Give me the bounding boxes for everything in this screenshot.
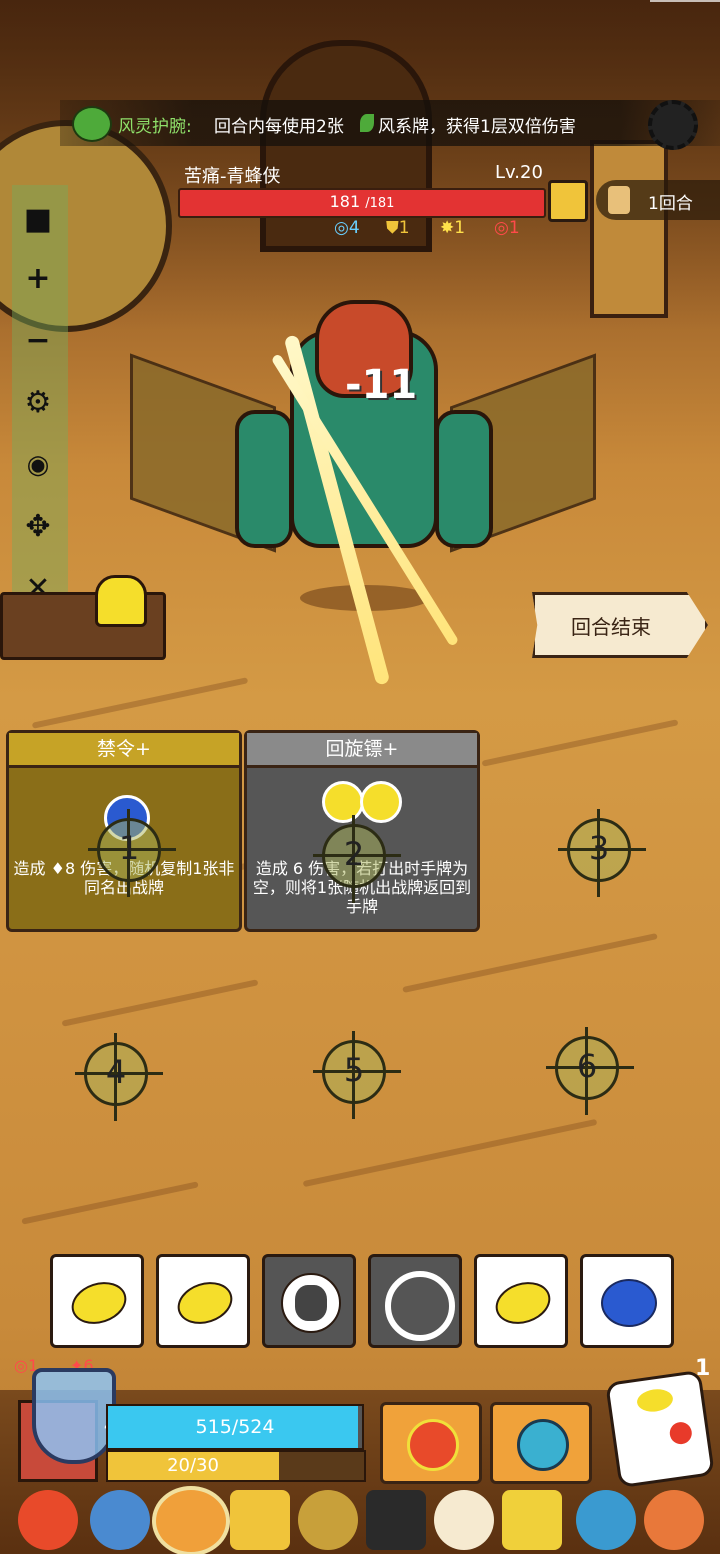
grapes-icon: [281, 1273, 341, 1333]
stone-pillar-right: [590, 140, 668, 318]
cherry-icon: [668, 1420, 694, 1446]
relic-desc: 回合内每使用2张: [214, 117, 344, 137]
meat-relic-icon[interactable]: [644, 1490, 704, 1550]
enemy-arm-right: [435, 410, 493, 548]
move-icon[interactable]: ✥: [18, 507, 58, 547]
status-focus: ◎4: [334, 218, 360, 238]
relic-tooltip-bar: 风灵护腕: 回合内每使用2张 风系牌，获得1层双倍伤害: [60, 100, 720, 146]
relic-desc-2: 风系牌，获得1层双倍伤害: [378, 117, 576, 137]
castle-relic-icon[interactable]: [502, 1490, 562, 1550]
gem-relic-icon[interactable]: [576, 1490, 636, 1550]
game-scene: -11 风灵护腕: 回合内每使用2张 风系牌，获得1层双倍伤害 苦痛-青蜂侠 L…: [0, 0, 720, 1554]
potion-shelf: [0, 575, 166, 660]
blueberry-icon: [601, 1279, 657, 1327]
die-lemon-3[interactable]: [474, 1254, 568, 1348]
die-lemon-1[interactable]: [50, 1254, 144, 1348]
crown-relic-icon[interactable]: [230, 1490, 290, 1550]
enemy-level: Lv.20: [495, 162, 543, 183]
water-skill-button[interactable]: [490, 1402, 592, 1484]
lemon-icon: [635, 1387, 675, 1414]
wind-leaf-icon: [360, 114, 374, 132]
status-shield: ⛊1: [386, 218, 410, 238]
overlay-toolbar: ■ + − ⚙ ◉ ✥ ✕: [12, 185, 68, 615]
enemy-hp-bar: 181 /181: [178, 188, 546, 218]
minus-icon[interactable]: −: [18, 321, 58, 361]
enemy-name: 苦痛-青蜂侠: [184, 166, 281, 187]
magic-hat-relic-icon[interactable]: [366, 1490, 426, 1550]
potion-bottle-icon[interactable]: [95, 575, 147, 627]
scroll-icon: [608, 186, 630, 214]
round-label: 1回合: [648, 194, 693, 214]
sun-dice-icon: [407, 1419, 459, 1471]
target-slot-6[interactable]: 6: [546, 1027, 634, 1115]
enemy-hp-label: 181 /181: [329, 192, 395, 211]
die-melon[interactable]: [368, 1254, 462, 1348]
end-turn-button[interactable]: 回合结束: [532, 592, 708, 658]
melon-icon: [385, 1271, 455, 1341]
red-dragon-relic-icon[interactable]: [18, 1490, 78, 1550]
lemon-pair-icon: [322, 781, 402, 823]
die-blueberry[interactable]: [580, 1254, 674, 1348]
card-boomerang-title: 回旋镖+: [247, 733, 477, 768]
lion-relic-icon[interactable]: [298, 1490, 358, 1550]
target-slot-1[interactable]: 1: [88, 809, 176, 897]
lemon-icon: [172, 1275, 238, 1331]
player-energy-bar: 20/30: [106, 1450, 366, 1482]
end-turn-label: 回合结束: [571, 615, 651, 639]
player-hp-label: 515/524: [195, 1416, 275, 1438]
player-energy-label: 20/30: [167, 1455, 219, 1476]
target-slot-2[interactable]: 2: [313, 815, 401, 903]
settings-gear-icon[interactable]: [648, 100, 698, 150]
blue-shoe-relic-icon[interactable]: [90, 1490, 150, 1550]
relic-name: 风灵护腕:: [118, 117, 192, 137]
ring-relic-icon[interactable]: [152, 1486, 230, 1554]
target-slot-5[interactable]: 5: [313, 1031, 401, 1119]
roll-dice-button[interactable]: [605, 1369, 715, 1489]
status-spiral: ◎1: [494, 218, 520, 238]
card-ban-title: 禁令+: [9, 733, 239, 768]
enemy-green-hornet[interactable]: [235, 290, 493, 590]
lemon-icon: [66, 1275, 132, 1331]
status-burst: ✸1: [440, 218, 466, 238]
target-slot-4[interactable]: 4: [75, 1033, 163, 1121]
inspect-magnifier-icon[interactable]: [548, 180, 588, 222]
fire-dice-skill-button[interactable]: [380, 1402, 482, 1484]
die-grapes[interactable]: [262, 1254, 356, 1348]
player-hp-bar: 515/524: [106, 1404, 364, 1450]
round-counter: 1回合: [596, 180, 720, 220]
hide-eye-icon[interactable]: ◉: [18, 445, 58, 485]
stop-icon[interactable]: ■: [18, 200, 58, 240]
damage-popup: -11: [345, 362, 418, 408]
wind-bracer-icon: [72, 106, 112, 142]
water-drop-icon: [517, 1419, 569, 1471]
die-lemon-2[interactable]: [156, 1254, 250, 1348]
lemon-icon: [490, 1275, 556, 1331]
enemy-arm-left: [235, 410, 293, 548]
target-slot-3[interactable]: 3: [558, 809, 646, 897]
spiky-dice-relic-icon[interactable]: [434, 1490, 494, 1550]
plus-icon[interactable]: +: [18, 259, 58, 299]
gear-icon[interactable]: ⚙: [18, 383, 58, 423]
